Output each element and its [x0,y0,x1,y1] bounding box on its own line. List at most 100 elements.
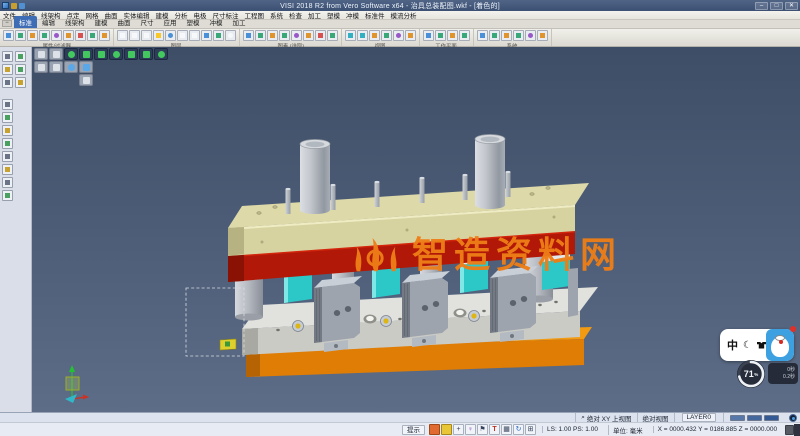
layer-indicator[interactable]: LAYER0 [674,413,723,422]
menu-flow-analysis[interactable]: 模流分析 [388,10,420,20]
view-indicator[interactable]: 绝对视图 [637,413,674,422]
sidebar-icon[interactable] [2,138,13,149]
toolbar-icon[interactable] [15,30,26,41]
sidebar-icon[interactable] [2,51,13,62]
sidebar-icon[interactable] [2,151,13,162]
toolbar-icon[interactable] [99,30,110,41]
toolbar-icon[interactable] [141,30,152,41]
toolbar-icon[interactable] [357,30,368,41]
tab-mould[interactable]: 塑模 [182,16,205,28]
toolbar-icon[interactable] [501,30,512,41]
view-plane-indicator[interactable]: ⌕ 绝对 XY 上视图 [575,413,636,422]
sidebar-icon[interactable] [2,99,13,110]
sidebar-icon[interactable] [2,177,13,188]
toolbar-icon[interactable] [513,30,524,41]
toolbar-icon[interactable] [303,30,314,41]
view-mode-button[interactable] [747,415,762,421]
tab-wireframe[interactable]: 线架构 [60,16,90,28]
snap-icon[interactable]: ♀ [465,424,476,435]
view-mode-button[interactable] [764,415,779,421]
toolbar-icon[interactable] [537,30,548,41]
toolbar-icon[interactable] [369,30,380,41]
menu-die[interactable]: 冲模 [343,10,362,20]
skin-icon[interactable] [757,342,766,349]
sidebar-icon[interactable] [15,51,26,62]
quick-access-icon[interactable] [11,3,17,9]
toolbar-icon[interactable] [27,30,38,41]
sidebar-icon[interactable] [15,64,26,75]
toolbar-icon[interactable] [345,30,356,41]
toolbar-icon[interactable] [87,30,98,41]
3d-model-canvas[interactable] [32,47,800,412]
tab-dimension[interactable]: 尺寸 [136,16,159,28]
toolbar-icon[interactable] [315,30,326,41]
toolbar-icon[interactable] [165,30,176,41]
snap-icon[interactable]: T [489,424,500,435]
menu-machining[interactable]: 加工 [305,10,324,20]
menu-check[interactable]: 检查 [286,10,305,20]
snap-icon[interactable]: + [453,424,464,435]
status-button[interactable] [785,425,794,435]
menu-standard-parts[interactable]: 标准件 [362,10,388,20]
toolbar-icon[interactable] [435,30,446,41]
sidebar-icon[interactable] [2,64,13,75]
toolbar-icon[interactable] [267,30,278,41]
toolbar-icon[interactable] [213,30,224,41]
snap-icon[interactable]: ⚑ [477,424,488,435]
snap-toggle-icon[interactable] [441,424,452,435]
toolbar-icon[interactable] [393,30,404,41]
view-mode-button[interactable] [730,415,745,421]
toolbar-icon[interactable] [189,30,200,41]
tab-edit[interactable]: 编辑 [37,16,60,28]
toolbar-icon[interactable] [291,30,302,41]
toolbar-icon[interactable] [39,30,50,41]
toolbar-icon[interactable] [405,30,416,41]
toolbar-icon[interactable] [423,30,434,41]
sidebar-icon[interactable] [2,190,13,201]
toolbar-icon[interactable] [201,30,212,41]
tab-machining[interactable]: 加工 [228,16,251,28]
toolbar-icon[interactable] [177,30,188,41]
toolbar-icon[interactable] [225,30,236,41]
menu-system[interactable]: 系统 [267,10,286,20]
toolbar-icon[interactable] [327,30,338,41]
moon-icon[interactable]: ☾ [743,340,752,351]
tab-application[interactable]: 应用 [159,16,182,28]
tab-standard[interactable]: 标准 [14,16,37,28]
toolbar-icon[interactable] [243,30,254,41]
snap-toggle-icon[interactable] [429,424,440,435]
sidebar-icon[interactable] [2,125,13,136]
menu-mould[interactable]: 塑模 [324,10,343,20]
toolbar-icon[interactable] [255,30,266,41]
tab-modeling[interactable]: 建模 [90,16,113,28]
sidebar-icon[interactable] [2,164,13,175]
toolbar-icon[interactable] [75,30,86,41]
toolbar-icon[interactable] [489,30,500,41]
tab-surface[interactable]: 曲面 [113,16,136,28]
toolbar-icon[interactable] [117,30,128,41]
toolbar-icon[interactable] [477,30,488,41]
toolbar-icon[interactable] [63,30,74,41]
ribbon-collapse-button[interactable]: − [2,20,12,27]
render-mode-button[interactable] [789,414,797,422]
toolbar-icon[interactable] [459,30,470,41]
close-button[interactable]: ✕ [785,2,798,10]
minimize-button[interactable]: – [755,2,768,10]
units-readout[interactable]: 单位: 毫米 [608,425,647,435]
toolbar-icon[interactable] [51,30,62,41]
sidebar-icon[interactable] [2,112,13,123]
snap-icon[interactable]: ▦ [501,424,512,435]
ime-language-indicator[interactable]: 中 [727,337,738,353]
toolbar-icon[interactable] [153,30,164,41]
toolbar-icon[interactable] [279,30,290,41]
toolbar-icon[interactable] [447,30,458,41]
3d-viewport[interactable]: 智造资料网 中 ☾ 71% 0秒 0.2秒 [32,47,800,412]
sidebar-icon[interactable] [2,77,13,88]
snap-icon[interactable]: ↻ [513,424,524,435]
part-stop-block[interactable] [220,339,236,350]
toolbar-icon[interactable] [129,30,140,41]
tab-die[interactable]: 冲模 [205,16,228,28]
toolbar-icon[interactable] [525,30,536,41]
maximize-button[interactable]: □ [770,2,783,10]
sidebar-icon[interactable] [15,77,26,88]
